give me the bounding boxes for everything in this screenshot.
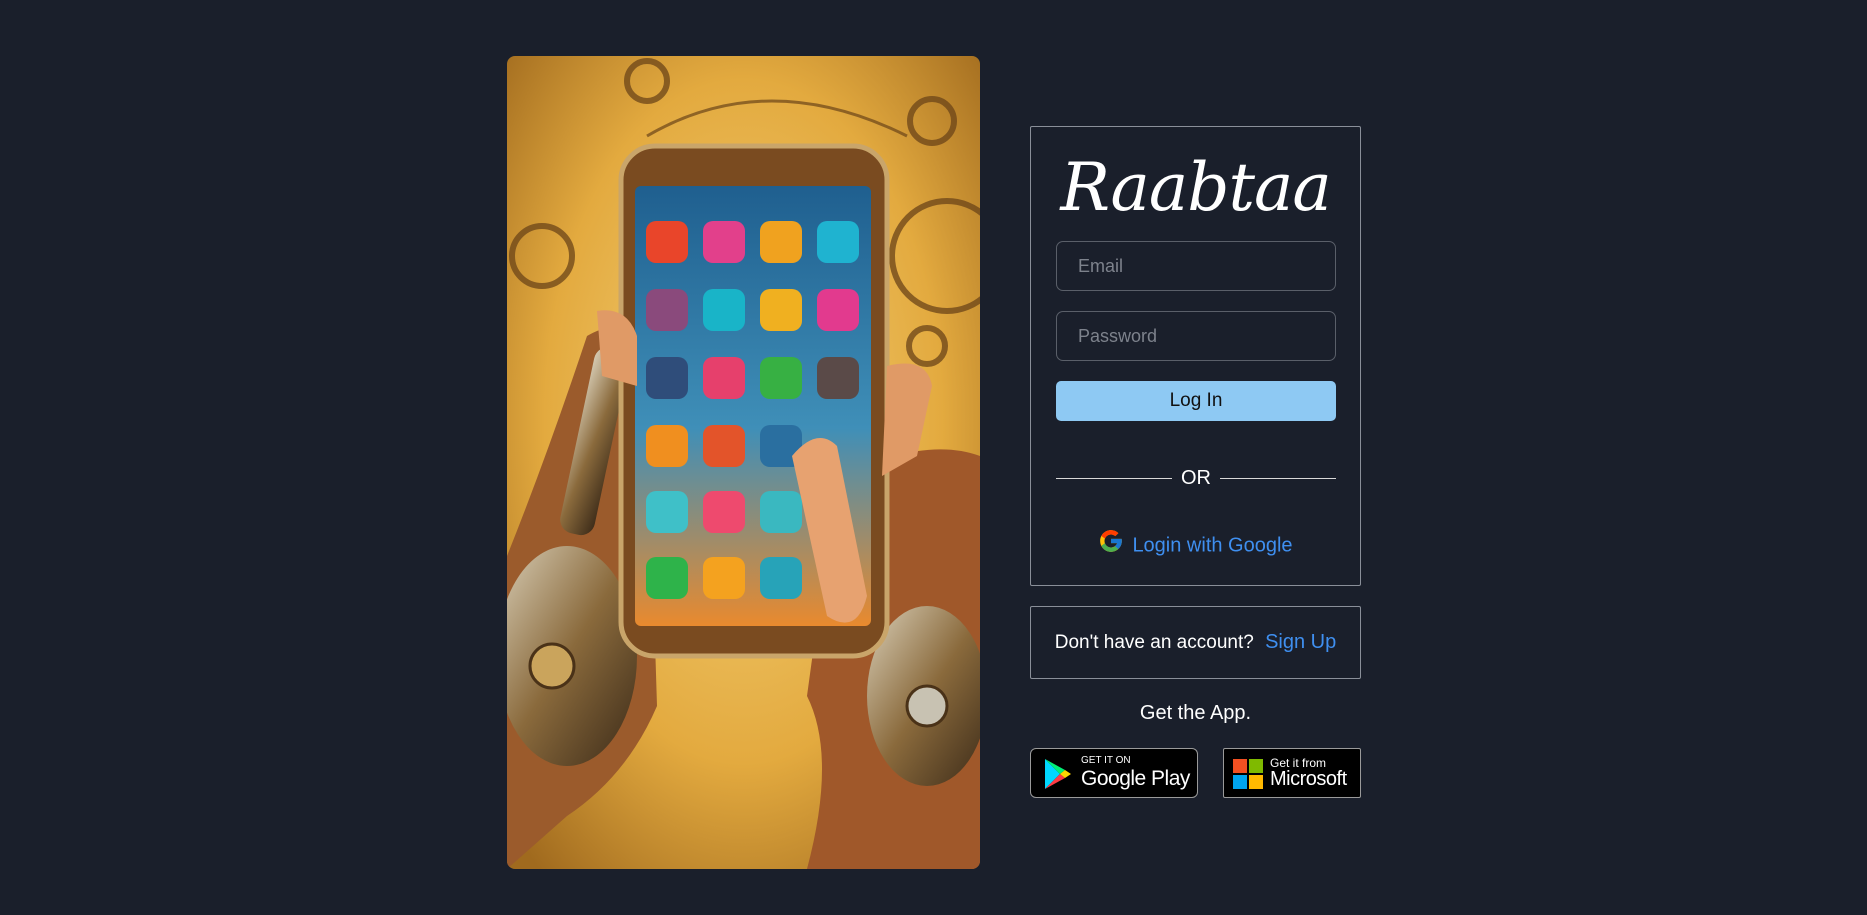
password-input[interactable] [1056, 311, 1336, 361]
divider-line-right [1220, 478, 1336, 479]
microsoft-store-badge[interactable]: Get it from Microsoft [1223, 748, 1361, 798]
or-divider: OR [1056, 465, 1336, 493]
google-play-badge[interactable]: GET IT ON Google Play [1030, 748, 1198, 798]
google-play-big: Google Play [1081, 767, 1190, 790]
login-card: Raabtaa Log In OR Login with Google [1030, 126, 1361, 586]
email-input[interactable] [1056, 241, 1336, 291]
hero-image [507, 56, 980, 869]
signup-question: Don't have an account? [1054, 632, 1254, 653]
signup-link[interactable]: Sign Up [1265, 631, 1336, 653]
google-icon [1098, 528, 1124, 560]
microsoft-icon [1233, 759, 1263, 794]
google-play-small: GET IT ON [1081, 755, 1131, 766]
get-app-heading: Get the App. [1139, 702, 1252, 724]
microsoft-big: Microsoft [1270, 768, 1347, 790]
app-logo: Raabtaa [1060, 149, 1331, 226]
signup-card: Don't have an account? Sign Up [1030, 606, 1361, 679]
google-login-button[interactable]: Login with Google [1031, 530, 1360, 560]
google-play-icon [1043, 758, 1073, 795]
google-login-label: Login with Google [1132, 534, 1293, 557]
login-button[interactable]: Log In [1056, 381, 1336, 421]
